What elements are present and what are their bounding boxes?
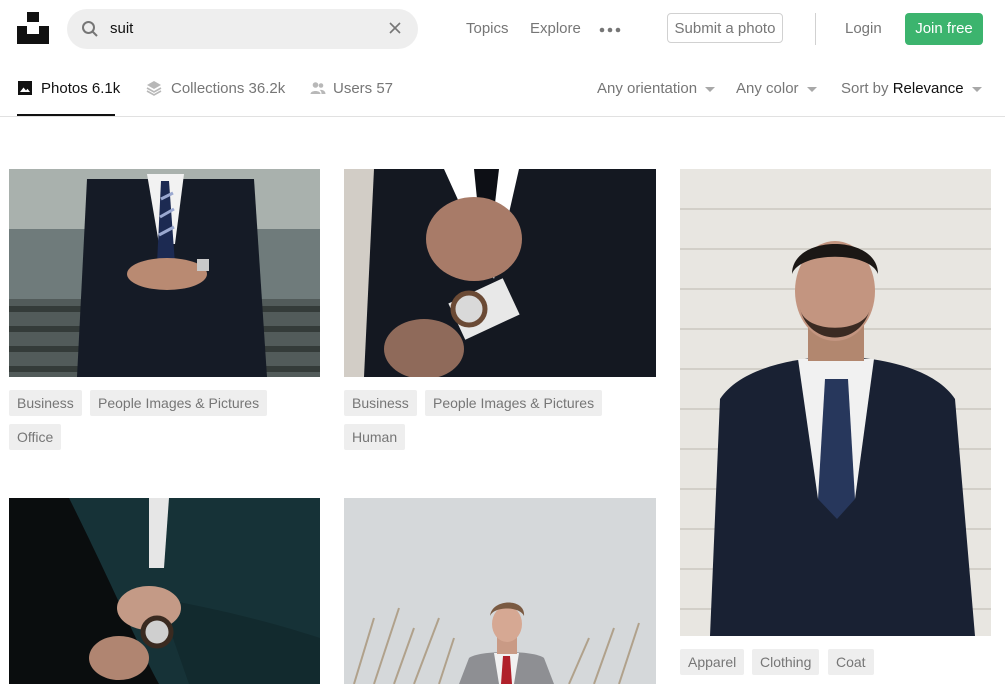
search-input[interactable]: suit (110, 20, 133, 37)
top-navigation: suit Topics Explore Submit a photo Login… (0, 0, 1005, 58)
unsplash-logo-icon[interactable] (17, 12, 49, 44)
tab-label: Collections 36.2k (171, 80, 286, 97)
tab-users[interactable]: Users 57 (310, 58, 394, 115)
tag-chip[interactable]: People Images & Pictures (90, 390, 268, 416)
tab-photos[interactable]: Photos 6.1k (17, 58, 120, 116)
submit-photo-button[interactable]: Submit a photo (667, 13, 783, 43)
join-free-button[interactable]: Join free (905, 13, 983, 45)
users-icon (310, 82, 326, 94)
color-filter-label: Any color (736, 80, 799, 97)
tag-chip[interactable]: Business (9, 390, 82, 416)
tab-label: Users 57 (333, 80, 394, 97)
search-icon (82, 21, 98, 37)
photo-image (9, 498, 320, 684)
search-bar[interactable]: suit (67, 9, 418, 49)
orientation-filter-label: Any orientation (597, 80, 698, 97)
sort-value: Relevance (892, 80, 964, 97)
login-link[interactable]: Login (845, 20, 882, 37)
nav-topics-link[interactable]: Topics (466, 20, 509, 37)
more-icon[interactable] (599, 27, 621, 33)
chevron-down-icon (806, 86, 817, 92)
sort-prefix: Sort by (841, 80, 889, 97)
tag-chip[interactable]: Apparel (680, 649, 745, 675)
photo-image (344, 498, 656, 684)
active-tab-indicator (17, 114, 115, 116)
image-icon (18, 81, 32, 95)
chevron-down-icon (705, 86, 716, 92)
tag-chip[interactable]: Clothing (752, 649, 820, 675)
chevron-down-icon (971, 86, 982, 92)
photo-card[interactable] (344, 169, 656, 377)
tag-chip[interactable]: Office (9, 424, 62, 450)
photo-card[interactable] (9, 169, 320, 377)
photo-image (680, 169, 991, 636)
nav-explore-link[interactable]: Explore (530, 20, 581, 37)
photo-image (9, 169, 320, 377)
color-filter[interactable]: Any color (736, 80, 817, 97)
divider (815, 13, 816, 45)
tag-chip[interactable]: People Images & Pictures (425, 390, 603, 416)
stack-icon (146, 81, 162, 96)
tag-chip[interactable]: Coat (828, 649, 874, 675)
tag-chip[interactable]: Human (344, 424, 406, 450)
tag-chip[interactable]: Business (344, 390, 417, 416)
sort-filter[interactable]: Sort by Relevance (841, 80, 982, 97)
tab-label: Photos 6.1k (41, 80, 121, 97)
photo-image (344, 169, 656, 377)
photo-card[interactable] (9, 498, 320, 684)
clear-icon[interactable] (388, 21, 402, 35)
photo-card[interactable] (344, 498, 656, 684)
orientation-filter[interactable]: Any orientation (597, 80, 716, 97)
photo-card[interactable] (680, 169, 991, 636)
tab-collections[interactable]: Collections 36.2k (146, 58, 285, 115)
